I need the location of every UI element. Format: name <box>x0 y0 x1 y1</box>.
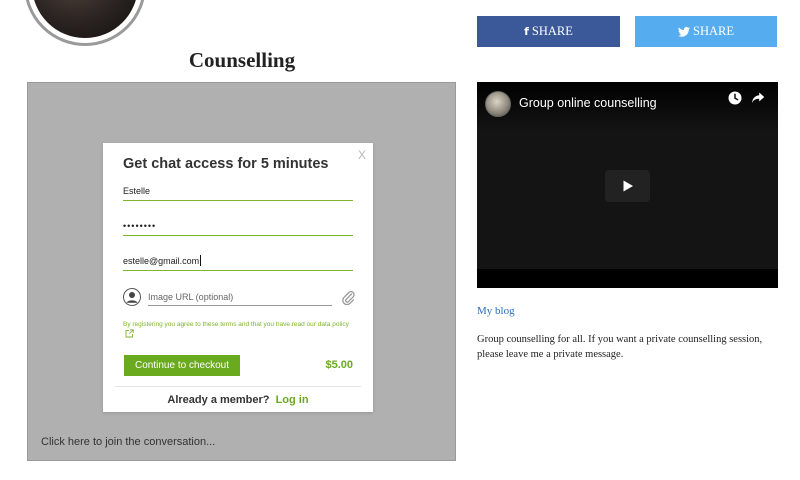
profile-avatar <box>24 0 146 46</box>
password-value: •••••••• <box>123 221 157 231</box>
twitter-share-button[interactable]: SHARE <box>635 16 777 47</box>
image-url-placeholder: Image URL (optional) <box>148 292 234 302</box>
video-title[interactable]: Group online counselling <box>519 96 657 110</box>
twitter-icon <box>678 26 690 37</box>
join-conversation-hint[interactable]: Click here to join the conversation... <box>41 436 215 448</box>
close-icon[interactable]: X <box>358 148 366 162</box>
paperclip-icon[interactable] <box>341 289 355 305</box>
name-value: Estelle <box>123 186 151 196</box>
play-icon <box>623 180 633 192</box>
modal-title: Get chat access for 5 minutes <box>123 156 329 172</box>
blog-link[interactable]: My blog <box>477 305 515 317</box>
continue-to-checkout-button[interactable]: Continue to checkout <box>124 355 240 376</box>
image-url-input[interactable]: Image URL (optional) <box>148 288 332 306</box>
chat-access-modal: X Get chat access for 5 minutes Estelle … <box>103 143 373 412</box>
clock-icon[interactable] <box>728 91 742 105</box>
login-link[interactable]: Log in <box>276 394 309 406</box>
chat-panel[interactable]: X Get chat access for 5 minutes Estelle … <box>27 82 456 461</box>
terms-text: By registering you agree to these terms … <box>123 321 349 328</box>
image-url-row: Image URL (optional) <box>123 288 355 308</box>
video-player[interactable]: Group online counselling <box>477 82 778 288</box>
modal-divider <box>115 386 361 387</box>
profile-description: Group counselling for all. If you want a… <box>477 334 763 360</box>
twitter-share-label: SHARE <box>693 24 734 38</box>
email-value: estelle@gmail.com <box>123 256 200 266</box>
terms-notice[interactable]: By registering you agree to these terms … <box>123 320 355 339</box>
page-title: Counselling <box>188 48 296 72</box>
video-bottom-bar <box>477 269 778 288</box>
password-field[interactable]: •••••••• <box>123 216 353 236</box>
play-button[interactable] <box>605 170 650 202</box>
facebook-share-button[interactable]: f SHARE <box>477 16 620 47</box>
price-label: $5.00 <box>325 359 353 371</box>
external-link-icon[interactable] <box>125 329 134 338</box>
user-icon <box>123 288 141 306</box>
share-arrow-icon[interactable] <box>751 91 765 105</box>
avatar-photo <box>32 0 138 38</box>
member-row: Already a member? Log in <box>103 394 373 406</box>
member-text: Already a member? <box>167 394 270 406</box>
email-field[interactable]: estelle@gmail.com <box>123 251 353 271</box>
name-field[interactable]: Estelle <box>123 181 353 201</box>
channel-avatar[interactable] <box>485 91 511 117</box>
facebook-icon: f <box>524 25 529 38</box>
facebook-share-label: SHARE <box>531 24 573 38</box>
text-caret <box>200 255 202 266</box>
